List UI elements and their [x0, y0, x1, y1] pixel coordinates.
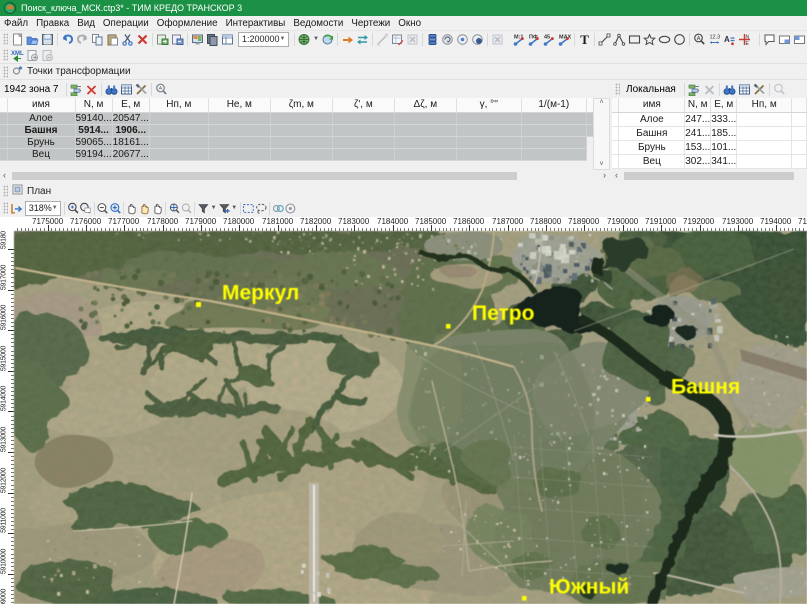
svg-text:12.3: 12.3 [709, 34, 720, 40]
svg-text:Южный: Южный [549, 576, 629, 599]
svg-text:N: N [745, 34, 749, 40]
svg-text:A: A [697, 36, 701, 42]
svg-text:A: A [724, 35, 730, 44]
svg-text:T: T [580, 33, 589, 46]
svg-text:Башня: Башня [671, 376, 740, 399]
svg-text:Меркул: Меркул [222, 282, 299, 305]
svg-text:E: E [745, 41, 749, 46]
svg-text:45: 45 [544, 34, 550, 40]
svg-text:Петро: Петро [472, 302, 534, 325]
